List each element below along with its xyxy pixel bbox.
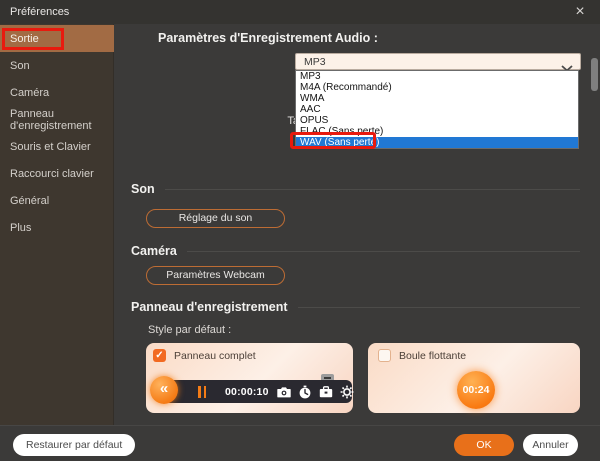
section-son: Son bbox=[131, 182, 580, 196]
toolbox-icon[interactable] bbox=[319, 385, 333, 399]
sidebar-item-sortie[interactable]: Sortie bbox=[0, 25, 114, 52]
dropdown-option-m4a[interactable]: M4A (Recommandé) bbox=[296, 82, 578, 93]
section-divider bbox=[165, 189, 580, 190]
sidebar-item-label: Plus bbox=[10, 222, 31, 234]
boule-flottante-card[interactable]: Boule flottante 00:24 bbox=[368, 343, 580, 413]
section-son-title: Son bbox=[131, 182, 155, 196]
sidebar-item-label: Son bbox=[10, 60, 30, 72]
dropdown-option-mp3[interactable]: MP3 bbox=[296, 71, 578, 82]
dropdown-option-aac[interactable]: AAC bbox=[296, 104, 578, 115]
camera-snapshot-icon[interactable] bbox=[277, 385, 291, 399]
sidebar-item-label: Général bbox=[10, 195, 49, 207]
reglage-du-son-button[interactable]: Réglage du son bbox=[146, 209, 285, 228]
sidebar-item-raccourci[interactable]: Raccourci clavier bbox=[0, 160, 114, 187]
boule-flottante-checkbox[interactable] bbox=[378, 349, 391, 362]
main-content: Paramètres d'Enregistrement Audio : Form… bbox=[115, 24, 600, 425]
dialog-title: Préférences bbox=[10, 6, 69, 18]
scrollbar-thumb[interactable] bbox=[591, 58, 598, 91]
title-bar: Préférences × bbox=[0, 0, 600, 24]
footer-bar: Restaurer par défaut OK Annuler bbox=[0, 425, 600, 461]
sidebar-item-panneau[interactable]: Panneau d'enregistrement bbox=[0, 106, 114, 133]
timer-icon[interactable] bbox=[298, 385, 312, 399]
format-audio-value: MP3 bbox=[304, 56, 326, 68]
pause-icon[interactable] bbox=[198, 386, 206, 398]
recording-time: 00:00:10 bbox=[225, 386, 269, 398]
section-divider bbox=[187, 251, 580, 252]
sidebar-item-plus[interactable]: Plus bbox=[0, 214, 114, 241]
ok-button[interactable]: OK bbox=[454, 434, 514, 456]
panneau-complet-card[interactable]: ✓ Panneau complet 00:00:10 bbox=[146, 343, 353, 413]
format-audio-dropdown: MP3 M4A (Recommandé) WMA AAC OPUS FLAC (… bbox=[295, 70, 579, 149]
sidebar-item-son[interactable]: Son bbox=[0, 52, 114, 79]
dropdown-option-wav[interactable]: WAV (Sans perte) bbox=[296, 137, 578, 148]
panneau-complet-label: Panneau complet bbox=[174, 350, 256, 362]
format-audio-select[interactable]: MP3 bbox=[295, 53, 581, 70]
sidebar-item-label: Souris et Clavier bbox=[10, 141, 91, 153]
dropdown-option-opus[interactable]: OPUS bbox=[296, 115, 578, 126]
sidebar: Sortie Son Caméra Panneau d'enregistreme… bbox=[0, 24, 114, 425]
collapse-panel-icon[interactable]: « bbox=[150, 376, 178, 404]
sidebar-item-label: Caméra bbox=[10, 87, 49, 99]
floating-ball-preview[interactable]: 00:24 bbox=[457, 371, 495, 409]
section-camera: Caméra bbox=[131, 244, 580, 258]
audio-settings-heading: Paramètres d'Enregistrement Audio : bbox=[158, 31, 378, 45]
sidebar-item-label: Panneau d'enregistrement bbox=[10, 108, 114, 132]
sidebar-item-general[interactable]: Général bbox=[0, 187, 114, 214]
dropdown-option-flac[interactable]: FLAC (Sans perte) bbox=[296, 126, 578, 137]
minimize-icon bbox=[324, 377, 331, 379]
restore-defaults-button[interactable]: Restaurer par défaut bbox=[13, 434, 135, 456]
sidebar-item-label: Sortie bbox=[10, 33, 39, 45]
section-panneau-title: Panneau d'enregistrement bbox=[131, 300, 288, 314]
cancel-button[interactable]: Annuler bbox=[523, 434, 578, 456]
parametres-webcam-button[interactable]: Paramètres Webcam bbox=[146, 266, 285, 285]
section-camera-title: Caméra bbox=[131, 244, 177, 258]
boule-flottante-label: Boule flottante bbox=[399, 350, 466, 362]
close-icon[interactable]: × bbox=[570, 2, 590, 22]
preferences-dialog: Préférences × Sortie Son Caméra Panneau … bbox=[0, 0, 600, 461]
dropdown-option-wma[interactable]: WMA bbox=[296, 93, 578, 104]
recording-toolbar-preview: 00:00:10 bbox=[162, 380, 352, 403]
gear-icon[interactable] bbox=[340, 385, 354, 399]
panneau-complet-checkbox[interactable]: ✓ bbox=[153, 349, 166, 362]
style-par-defaut-label: Style par défaut : bbox=[148, 324, 231, 336]
sidebar-item-camera[interactable]: Caméra bbox=[0, 79, 114, 106]
sidebar-item-souris[interactable]: Souris et Clavier bbox=[0, 133, 114, 160]
section-divider bbox=[298, 307, 581, 308]
section-panneau: Panneau d'enregistrement bbox=[131, 300, 580, 314]
sidebar-item-label: Raccourci clavier bbox=[10, 168, 94, 180]
